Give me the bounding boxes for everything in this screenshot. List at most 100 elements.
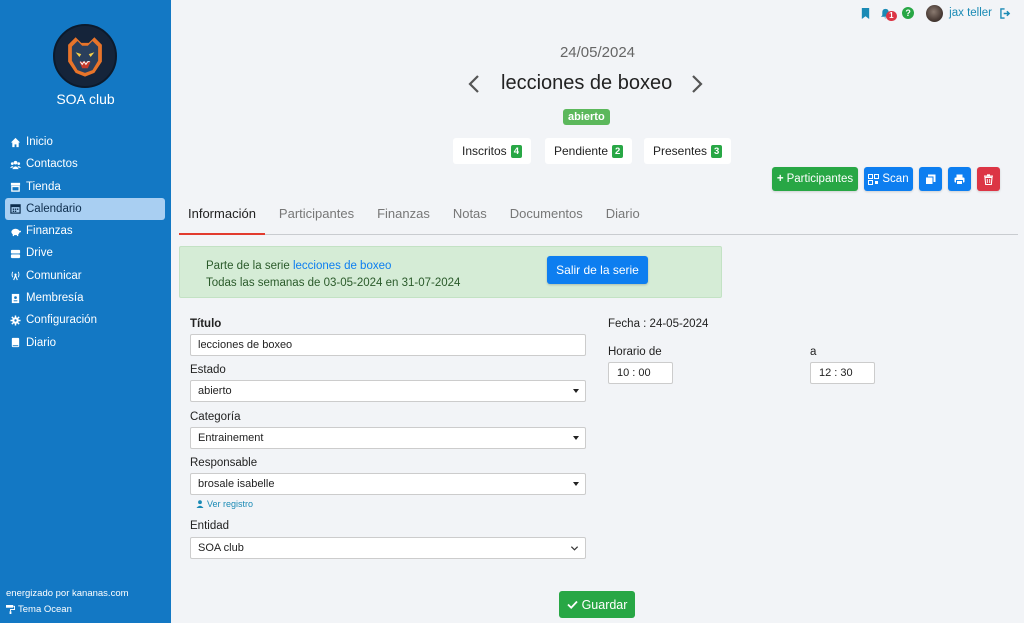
time-to-input[interactable]: 12 : 30	[810, 362, 875, 384]
counter-badge: 4	[510, 144, 522, 158]
sidebar: SOA club Inicio Contactos Tienda Calenda…	[0, 0, 171, 623]
sidebar-item-label: Drive	[26, 247, 53, 260]
page-title: lecciones de boxeo	[501, 72, 673, 94]
sidebar-item-tienda[interactable]: Tienda	[5, 176, 165, 198]
sidebar-item-label: Membresía	[26, 292, 84, 305]
title-row: lecciones de boxeo	[467, 72, 704, 95]
sidebar-item-membresia[interactable]: Membresía	[5, 287, 165, 309]
user-icon	[196, 500, 204, 508]
state-label: Estado	[190, 364, 226, 376]
sidebar-item-label: Calendario	[26, 202, 82, 215]
sidebar-nav: Inicio Contactos Tienda Calendario Finan…	[5, 131, 165, 354]
tab-finanzas[interactable]: Finanzas	[368, 200, 439, 235]
counter-presentes[interactable]: Presentes 3	[644, 138, 732, 164]
gear-icon	[9, 314, 22, 327]
tab-informacion[interactable]: Información	[179, 200, 265, 235]
time-to-label: a	[810, 346, 817, 358]
category-label: Categoría	[190, 411, 241, 423]
previous-event-button[interactable]	[467, 73, 481, 95]
notifications-button[interactable]: 1	[878, 6, 897, 21]
delete-button[interactable]	[977, 167, 1000, 191]
caret-down-icon	[573, 482, 579, 486]
responsible-select[interactable]: brosale isabelle	[190, 473, 586, 495]
users-icon	[9, 158, 22, 171]
tab-documentos[interactable]: Documentos	[501, 200, 592, 235]
counter-badge: 2	[612, 144, 624, 158]
series-text: Parte de la serie lecciones de boxeo Tod…	[206, 258, 460, 292]
counter-label: Pendiente	[554, 144, 609, 158]
trash-icon	[984, 173, 993, 185]
time-from-input[interactable]: 10 : 00	[608, 362, 673, 384]
logout-icon[interactable]	[998, 6, 1012, 20]
state-select[interactable]: abierto	[190, 380, 586, 402]
counter-pendiente[interactable]: Pendiente 2	[545, 138, 633, 164]
help-button[interactable]: ?	[902, 7, 915, 19]
notification-count: 1	[886, 11, 897, 21]
series-link[interactable]: lecciones de boxeo	[293, 260, 391, 272]
counter-inscritos[interactable]: Inscritos 4	[453, 138, 531, 164]
book-icon	[9, 336, 22, 349]
save-label: Guardar	[581, 597, 628, 612]
time-from-label: Horario de	[608, 346, 662, 358]
bear-logo-icon	[56, 27, 114, 85]
title-input[interactable]: lecciones de boxeo	[190, 334, 586, 356]
entity-value: SOA club	[198, 542, 244, 554]
counter-label: Inscritos	[462, 144, 507, 158]
sidebar-item-diario[interactable]: Diario	[5, 332, 165, 354]
piggy-bank-icon	[9, 225, 22, 238]
sidebar-item-label: Configuración	[26, 314, 97, 327]
series-info-panel: Parte de la serie lecciones de boxeo Tod…	[179, 246, 722, 298]
theme-label: Tema Ocean	[18, 604, 72, 615]
next-event-button[interactable]	[690, 73, 704, 95]
add-participants-button[interactable]: + Participantes	[772, 167, 858, 191]
view-record-link[interactable]: Ver registro	[196, 499, 253, 509]
sidebar-item-drive[interactable]: Drive	[5, 242, 165, 264]
tab-notas[interactable]: Notas	[444, 200, 496, 235]
check-icon	[566, 600, 578, 609]
sidebar-item-calendario[interactable]: Calendario	[5, 197, 165, 220]
avatar[interactable]	[926, 4, 944, 22]
sidebar-item-configuracion[interactable]: Configuración	[5, 309, 165, 331]
top-bar: 1 ? jax teller	[858, 4, 1012, 22]
home-icon	[9, 136, 22, 149]
club-logo[interactable]	[53, 24, 117, 88]
sidebar-item-label: Diario	[26, 336, 57, 349]
club-name: SOA club	[56, 91, 115, 107]
theme-selector[interactable]: Tema Ocean	[6, 604, 72, 615]
sidebar-item-label: Contactos	[26, 158, 78, 171]
button-label: Scan	[882, 173, 909, 185]
calendar-icon	[9, 202, 22, 215]
tab-diario[interactable]: Diario	[597, 200, 649, 235]
entity-select[interactable]: SOA club	[190, 537, 586, 559]
bookmark-icon[interactable]	[858, 6, 872, 20]
sidebar-item-comunicar[interactable]: Comunicar	[5, 265, 165, 287]
counter-label: Presentes	[653, 144, 708, 158]
tab-bar: Información Participantes Finanzas Notas…	[179, 200, 1018, 235]
save-button[interactable]: Guardar	[559, 591, 635, 618]
event-date: 24/05/2024	[559, 44, 636, 61]
category-value: Entrainement	[198, 432, 264, 444]
paint-roller-icon	[6, 605, 15, 614]
sidebar-item-inicio[interactable]: Inicio	[5, 131, 165, 153]
sidebar-item-finanzas[interactable]: Finanzas	[5, 220, 165, 242]
counter-badge: 3	[711, 144, 723, 158]
powered-by[interactable]: energizado por kananas.com	[6, 588, 129, 599]
leave-series-button[interactable]: Salir de la serie	[547, 256, 648, 284]
user-name[interactable]: jax teller	[949, 7, 992, 19]
print-button[interactable]	[948, 167, 971, 191]
store-icon	[9, 180, 22, 193]
view-record-label: Ver registro	[207, 499, 254, 509]
broadcast-icon	[9, 269, 22, 282]
category-select[interactable]: Entrainement	[190, 427, 586, 449]
chevron-left-icon	[468, 74, 479, 93]
title-label: Título	[190, 318, 222, 330]
status-badge: abierto	[563, 109, 610, 125]
tab-participantes[interactable]: Participantes	[270, 200, 363, 235]
entity-label: Entidad	[190, 520, 230, 532]
sidebar-item-contactos[interactable]: Contactos	[5, 153, 165, 175]
scan-button[interactable]: Scan	[864, 167, 913, 191]
hard-drive-icon	[9, 247, 22, 260]
duplicate-button[interactable]	[919, 167, 942, 191]
id-card-icon	[9, 292, 22, 305]
state-value: abierto	[198, 385, 232, 397]
